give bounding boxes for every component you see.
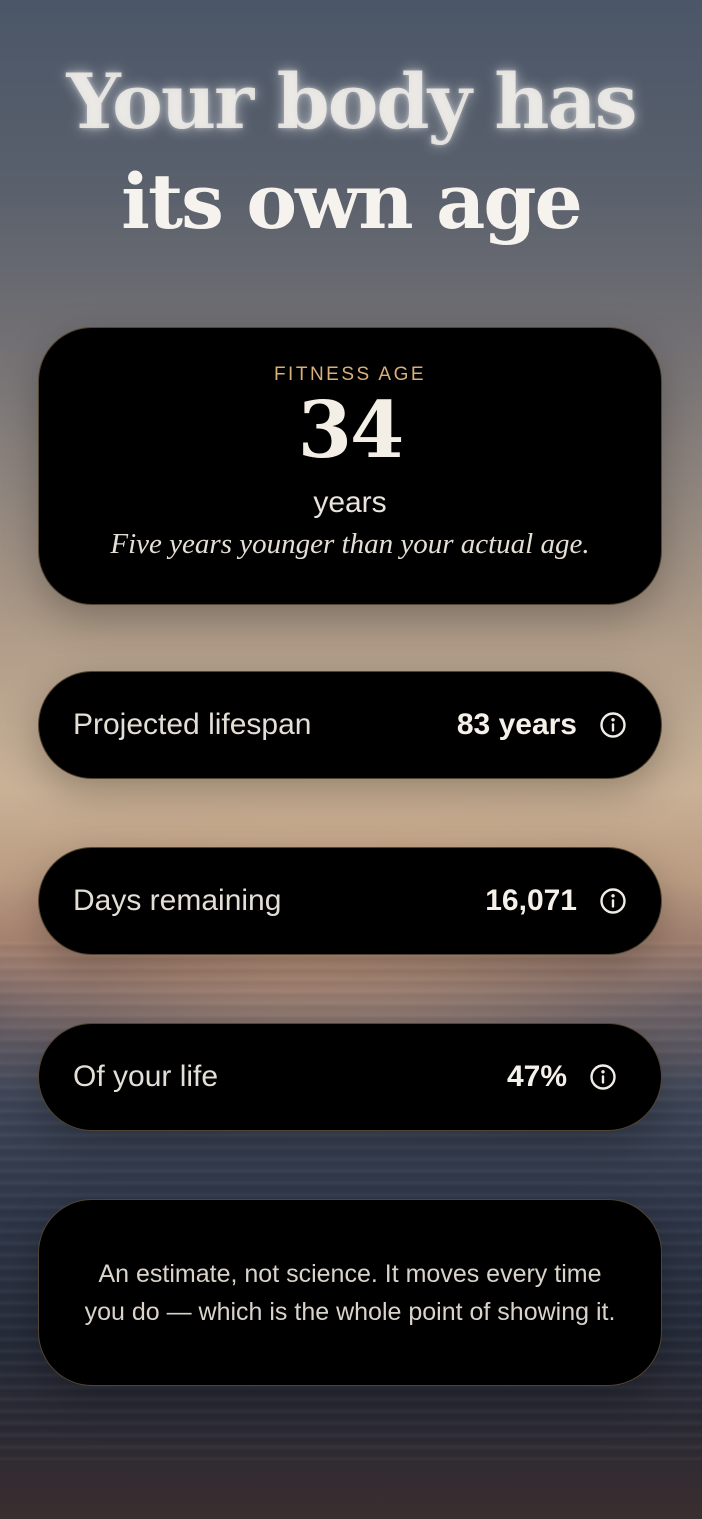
stat-value: 83 years	[456, 708, 577, 741]
info-icon[interactable]	[599, 711, 627, 739]
stat-label: Of your life	[73, 1060, 219, 1093]
fitness-age-card: FITNESS AGE 34 years Five years younger …	[38, 327, 662, 605]
fitness-age-unit: years	[313, 486, 387, 519]
disclaimer-text: An estimate, not science. It moves every…	[84, 1259, 616, 1326]
stat-value: 47%	[506, 1060, 567, 1093]
page-title: Your body has its own age	[0, 52, 702, 252]
stat-label: Projected lifespan	[73, 708, 312, 741]
info-icon[interactable]	[589, 1063, 617, 1091]
fitness-age-note: Five years younger than your actual age.	[110, 528, 590, 560]
stat-card-days-remaining: Days remaining 16,071	[38, 847, 662, 955]
stat-value: 16,071	[485, 884, 577, 917]
fitness-age-label: FITNESS AGE	[273, 364, 427, 385]
page-title-line-1: Your body has	[66, 57, 638, 146]
stat-label: Days remaining	[73, 884, 282, 917]
stat-card-of-your-life: Of your life 47%	[38, 1023, 662, 1131]
disclaimer-card: An estimate, not science. It moves every…	[38, 1199, 662, 1386]
info-icon[interactable]	[599, 887, 627, 915]
fitness-age-value: 34	[297, 385, 405, 476]
stat-card-projected-lifespan: Projected lifespan 83 years	[38, 671, 662, 779]
page-title-line-2: its own age	[121, 157, 583, 246]
